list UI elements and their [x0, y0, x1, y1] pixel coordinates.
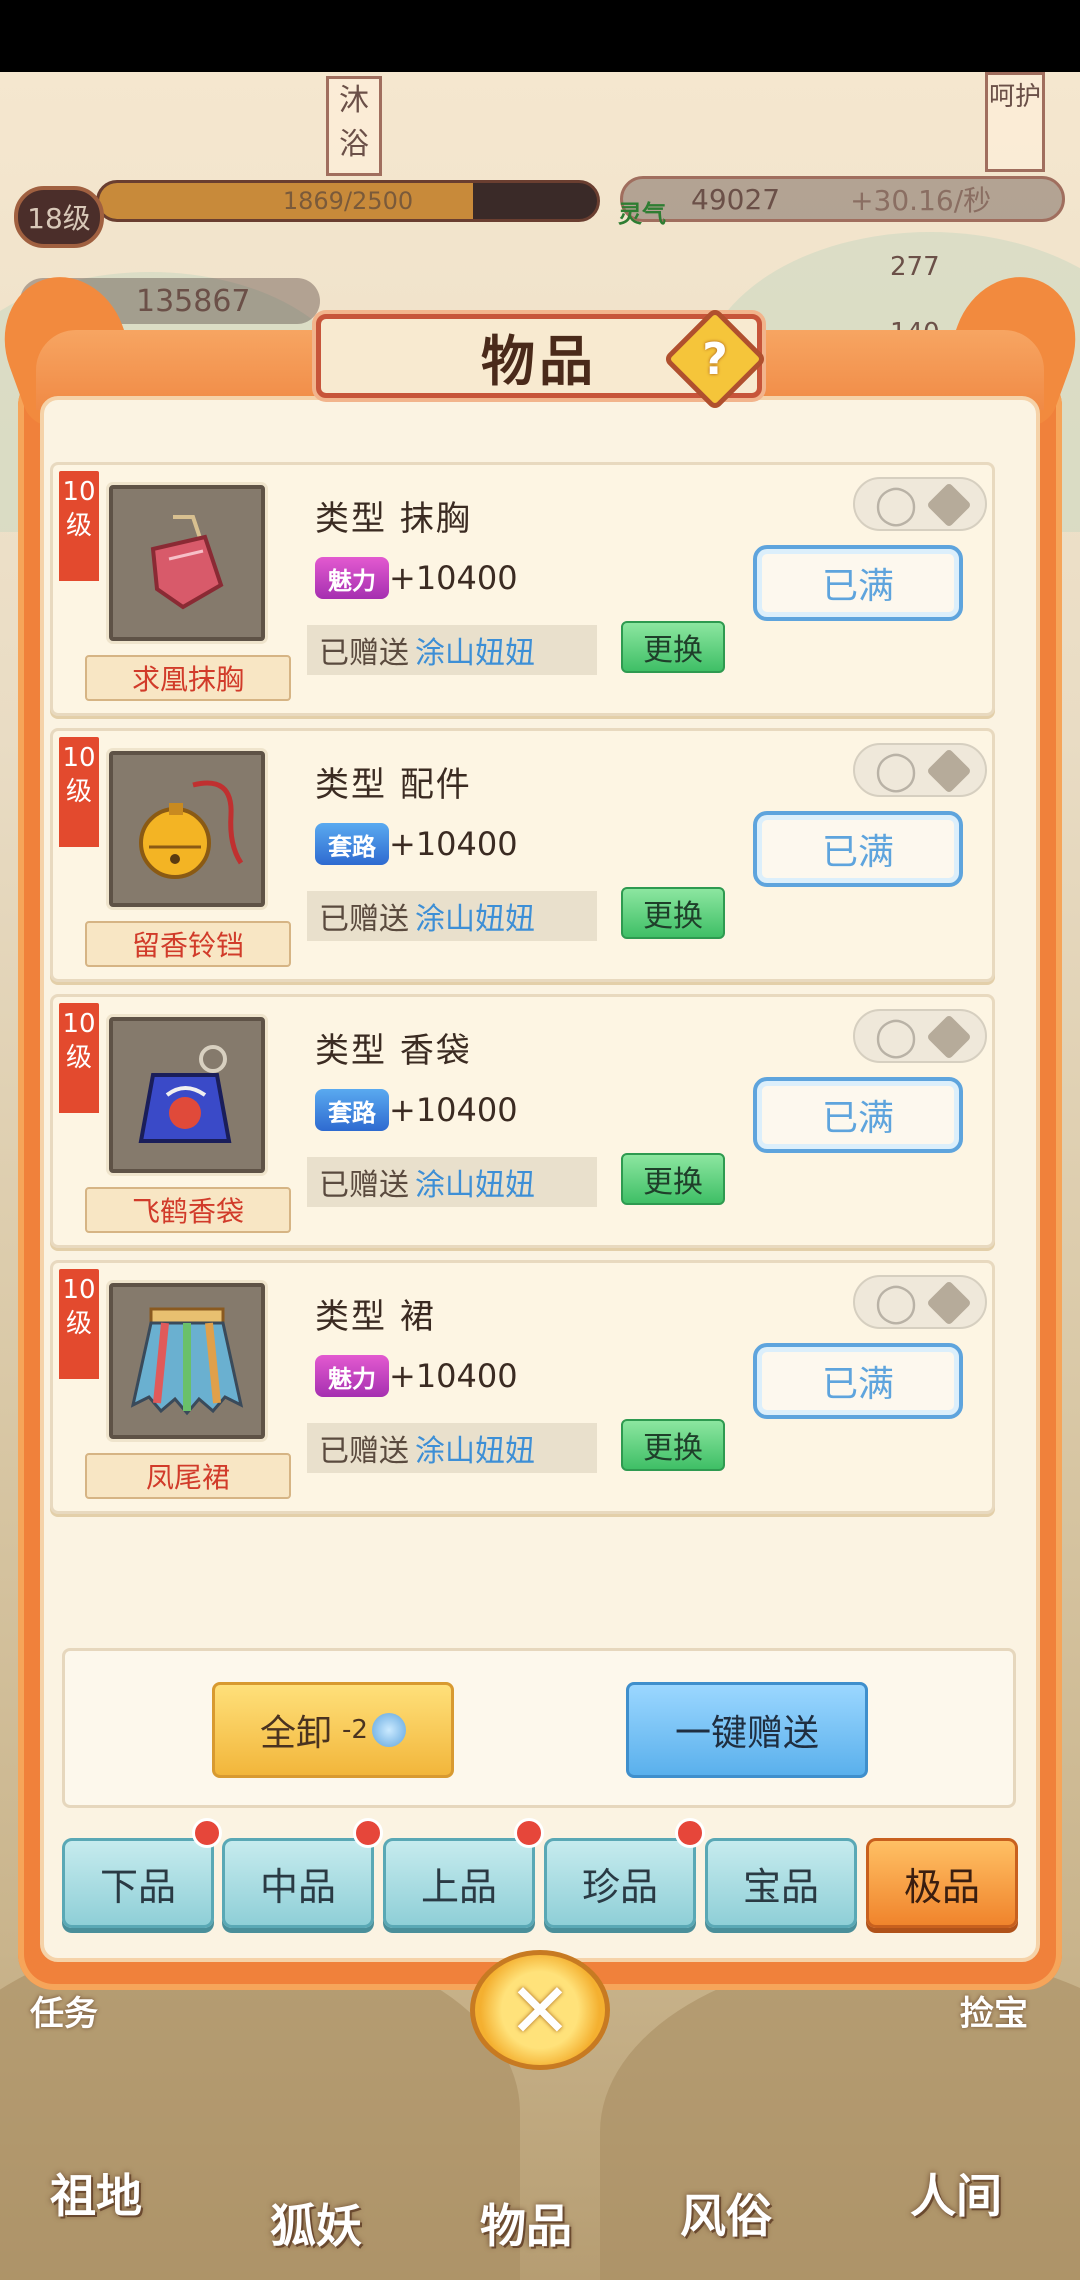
- notification-dot: [675, 1818, 705, 1848]
- action-panel: [62, 1648, 1016, 1808]
- close-button[interactable]: ✕: [470, 1950, 610, 2070]
- gifted-to: 涂山妞妞: [415, 902, 535, 937]
- help-icon[interactable]: ?: [678, 322, 752, 396]
- bg-nav-wupin[interactable]: 物品: [480, 2190, 572, 2256]
- status-bar: [0, 0, 1080, 72]
- gifted-label: 已赠送: [319, 1434, 409, 1469]
- level-ribbon: 10级: [59, 1269, 99, 1379]
- stat-value: +10400: [389, 559, 518, 597]
- gifted-to: 涂山妞妞: [415, 1434, 535, 1469]
- bell-icon[interactable]: [109, 751, 265, 907]
- exp-text: 1869/2500: [282, 187, 414, 215]
- care-sign[interactable]: 呵护: [985, 72, 1045, 172]
- item-name: 飞鹤香袋: [85, 1187, 291, 1233]
- type-label: 类型: [315, 499, 387, 539]
- item-type: 类型 裙: [315, 1289, 436, 1338]
- item-type: 类型 配件: [315, 757, 472, 806]
- level-ribbon: 10级: [59, 737, 99, 847]
- item-name: 留香铃铛: [85, 921, 291, 967]
- gifted-label: 已赠送: [319, 902, 409, 937]
- skirt-icon[interactable]: [109, 1283, 265, 1439]
- bg-nav-task[interactable]: 任务: [30, 1986, 98, 2035]
- item-card: 10级 凤尾裙 类型 裙 魅力 +10400 已赠送 涂山妞妞 更换 ◯ 已满: [50, 1260, 995, 1514]
- type-label: 类型: [315, 1297, 387, 1337]
- bg-nav-zudi[interactable]: 祖地: [50, 2160, 142, 2226]
- stat-value: +10400: [389, 825, 518, 863]
- unload-all-button[interactable]: 全卸 -2: [212, 1682, 454, 1778]
- unload-cost: -2: [342, 1715, 368, 1745]
- level-ribbon: 10级: [59, 471, 99, 581]
- change-button[interactable]: 更换: [621, 887, 725, 939]
- tab-shangpin[interactable]: 上品: [383, 1838, 535, 1928]
- gifted-row: 已赠送 涂山妞妞: [307, 625, 597, 675]
- item-type: 类型 抹胸: [315, 491, 472, 540]
- lock-icon: ◯: [874, 748, 918, 792]
- bg-nav-huyao[interactable]: 狐妖: [270, 2190, 362, 2256]
- tab-jipin[interactable]: 极品: [866, 1838, 1018, 1928]
- lock-icon: ◯: [874, 1280, 918, 1324]
- unload-label: 全卸: [260, 1713, 333, 1754]
- type-value: 裙: [399, 1297, 436, 1337]
- tab-zhenpin[interactable]: 珍品: [544, 1838, 696, 1928]
- gifted-to: 涂山妞妞: [415, 636, 535, 671]
- type-value: 抹胸: [399, 499, 472, 539]
- gifted-label: 已赠送: [319, 636, 409, 671]
- item-type: 类型 香袋: [315, 1023, 472, 1072]
- change-button[interactable]: 更换: [621, 1153, 725, 1205]
- type-value: 配件: [399, 765, 472, 805]
- item-card: 10级 求凰抹胸 类型 抹胸 魅力 +10400 已赠送 涂山妞妞 更换 ◯ 已满: [50, 462, 995, 716]
- gifted-to: 涂山妞妞: [415, 1168, 535, 1203]
- bath-sign[interactable]: 沐浴: [326, 76, 382, 176]
- item-name: 凤尾裙: [85, 1453, 291, 1499]
- item-card: 10级 飞鹤香袋 类型 香袋 套路 +10400 已赠送 涂山妞妞 更换 ◯ 已满: [50, 994, 995, 1248]
- stat-value: +10400: [389, 1091, 518, 1129]
- lock-icon: ◯: [874, 482, 918, 526]
- item-name: 求凰抹胸: [85, 655, 291, 701]
- level-badge: 18级: [14, 186, 104, 248]
- item-card: 10级 留香铃铛 类型 配件 套路 +10400 已赠送 涂山妞妞 更换 ◯ 已满: [50, 728, 995, 982]
- type-label: 类型: [315, 1031, 387, 1071]
- ling-icon: 灵气: [618, 160, 674, 228]
- notification-dot: [353, 1818, 383, 1848]
- notification-dot: [514, 1818, 544, 1848]
- gifted-row: 已赠送 涂山妞妞: [307, 1423, 597, 1473]
- ling-counter: 49027 +30.16/秒: [620, 176, 1065, 222]
- type-label: 类型: [315, 765, 387, 805]
- tab-xiapin[interactable]: 下品: [62, 1838, 214, 1928]
- sachet-icon[interactable]: [109, 1017, 265, 1173]
- charm-badge: 魅力: [315, 557, 389, 599]
- exp-bar: 1869/2500: [96, 180, 600, 222]
- stat-value: +10400: [389, 1357, 518, 1395]
- full-button[interactable]: 已满: [753, 811, 963, 887]
- gifted-row: 已赠送 涂山妞妞: [307, 1157, 597, 1207]
- change-button[interactable]: 更换: [621, 1419, 725, 1471]
- charm-value: 135867: [136, 283, 251, 319]
- full-button[interactable]: 已满: [753, 1343, 963, 1419]
- tab-zhongpin[interactable]: 中品: [222, 1838, 374, 1928]
- gift-all-button[interactable]: 一键赠送: [626, 1682, 868, 1778]
- bra-icon[interactable]: [109, 485, 265, 641]
- type-value: 香袋: [399, 1031, 472, 1071]
- change-button[interactable]: 更换: [621, 621, 725, 673]
- ling-value: 49027: [691, 182, 781, 216]
- tab-baopin[interactable]: 宝品: [705, 1838, 857, 1928]
- gem-icon: [371, 1713, 406, 1747]
- full-button[interactable]: 已满: [753, 1077, 963, 1153]
- bg-nav-renjian[interactable]: 人间: [910, 2160, 1002, 2226]
- ling-rate: +30.16/秒: [850, 184, 992, 217]
- gifted-row: 已赠送 涂山妞妞: [307, 891, 597, 941]
- bg-nav-fengsu[interactable]: 风俗: [680, 2180, 772, 2246]
- tao-badge: 套路: [315, 823, 389, 865]
- gifted-label: 已赠送: [319, 1168, 409, 1203]
- full-button[interactable]: 已满: [753, 545, 963, 621]
- lock-icon: ◯: [874, 1014, 918, 1058]
- ling-label: 灵气: [618, 200, 666, 228]
- charm-badge: 魅力: [315, 1355, 389, 1397]
- notification-dot: [192, 1818, 222, 1848]
- level-ribbon: 10级: [59, 1003, 99, 1113]
- bg-nav-treasure[interactable]: 捡宝: [960, 1986, 1028, 2035]
- tao-badge: 套路: [315, 1089, 389, 1131]
